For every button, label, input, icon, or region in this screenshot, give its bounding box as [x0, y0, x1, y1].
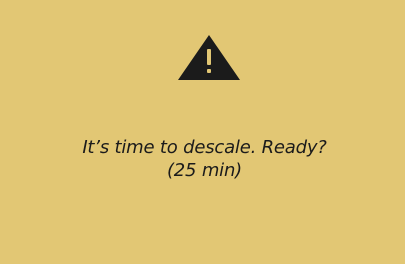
descale-duration: (25 min)	[166, 160, 242, 181]
descale-message-line-1: It’s time to descale. Ready?	[82, 137, 327, 158]
descale-message: It’s time to descale. Ready? (25 min)	[0, 136, 409, 182]
warning-icon	[178, 35, 240, 80]
descale-prompt-screen: It’s time to descale. Ready? (25 min)	[0, 0, 409, 268]
